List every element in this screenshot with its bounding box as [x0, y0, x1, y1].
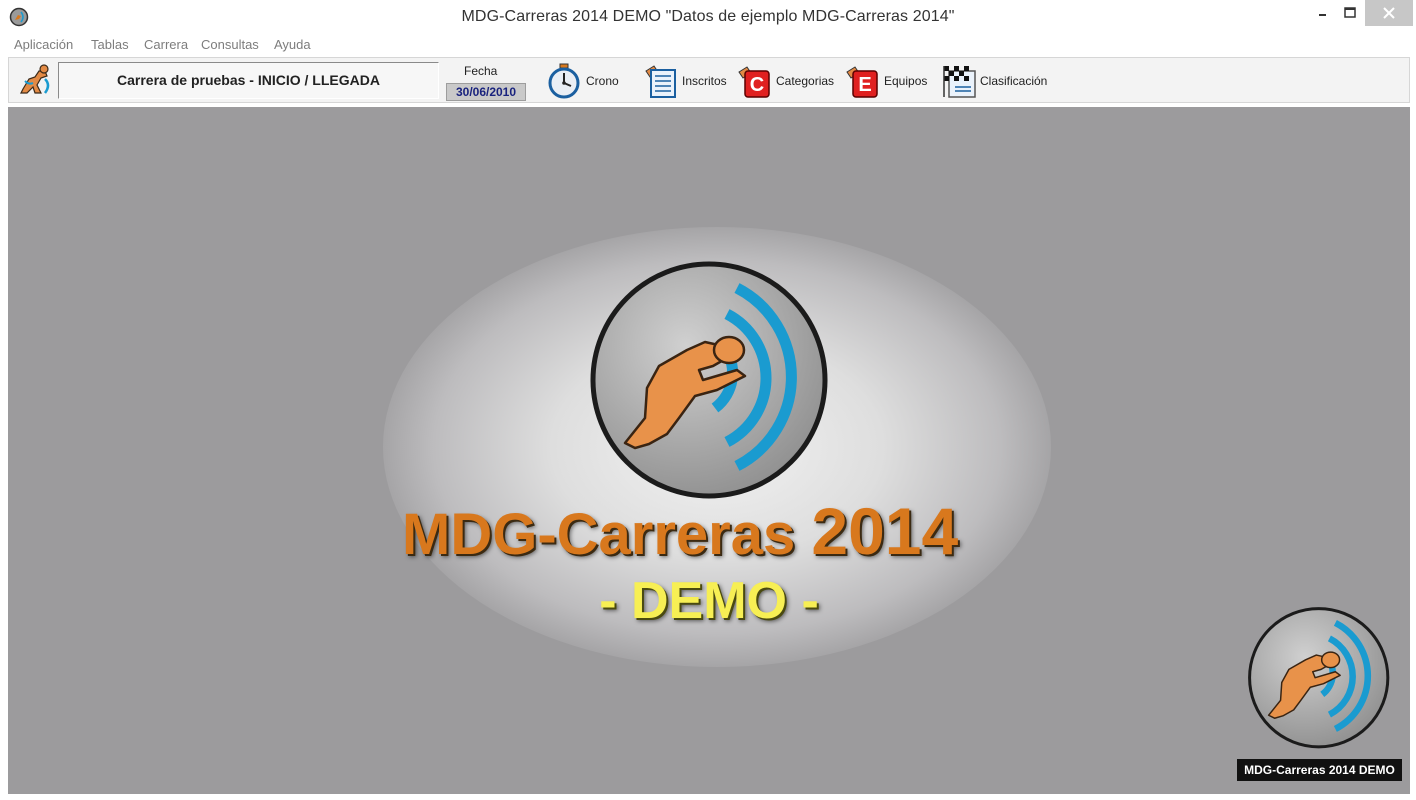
inscritos-label: Inscritos	[682, 74, 727, 88]
inscritos-button[interactable]: Inscritos	[642, 63, 732, 99]
brand-name: MDG-Carreras	[402, 502, 796, 567]
menu-carrera[interactable]: Carrera	[144, 37, 188, 52]
date-value: 30/06/2010	[446, 83, 526, 101]
menu-aplicacion[interactable]: Aplicación	[14, 37, 73, 52]
crono-label: Crono	[586, 74, 619, 88]
menu-consultas[interactable]: Consultas	[201, 37, 259, 52]
clasificacion-label: Clasificación	[980, 74, 1048, 88]
runner-signal-logo	[590, 261, 828, 499]
menu-bar: Aplicación Tablas Carrera Consultas Ayud…	[0, 34, 1416, 56]
maximize-button[interactable]	[1341, 0, 1361, 26]
workspace: MDG-Carreras 2014 - DEMO - MDG-Carreras …	[8, 107, 1410, 794]
stopwatch-icon	[548, 63, 580, 99]
close-button[interactable]	[1365, 0, 1413, 26]
menu-ayuda[interactable]: Ayuda	[274, 37, 311, 52]
toolbar: Carrera de pruebas - INICIO / LLEGADA Fe…	[8, 57, 1410, 103]
menu-tablas[interactable]: Tablas	[91, 37, 129, 52]
crono-button[interactable]: Crono	[546, 63, 626, 99]
teams-icon: E	[846, 66, 878, 98]
categorias-button[interactable]: C Categorias	[736, 63, 836, 99]
svg-text:E: E	[858, 74, 871, 96]
categories-icon: C	[738, 66, 770, 98]
race-name-text: Carrera de pruebas - INICIO / LLEGADA	[117, 72, 380, 88]
equipos-label: Equipos	[884, 74, 928, 88]
race-name-field: Carrera de pruebas - INICIO / LLEGADA	[58, 62, 439, 99]
brand-title: MDG-Carreras 2014	[402, 493, 1042, 569]
registrants-list-icon	[645, 65, 676, 98]
version-badge: MDG-Carreras 2014 DEMO	[1237, 759, 1402, 781]
window-title: MDG-Carreras 2014 DEMO "Datos de ejemplo…	[461, 8, 955, 25]
svg-text:C: C	[750, 74, 764, 96]
brand-year: 2014	[811, 494, 959, 568]
date-label: Fecha	[464, 64, 498, 78]
window-bottom-border	[0, 794, 1416, 800]
title-bar: MDG-Carreras 2014 DEMO "Datos de ejemplo…	[0, 0, 1416, 34]
categorias-label: Categorias	[776, 74, 835, 88]
checkered-flag-icon	[943, 66, 976, 98]
demo-label: - DEMO -	[599, 572, 819, 630]
clasificacion-button[interactable]: Clasificación	[941, 63, 1056, 99]
equipos-button[interactable]: E Equipos	[844, 63, 934, 99]
corner-logo-icon	[1248, 607, 1390, 749]
race-runner-icon[interactable]	[15, 63, 55, 99]
